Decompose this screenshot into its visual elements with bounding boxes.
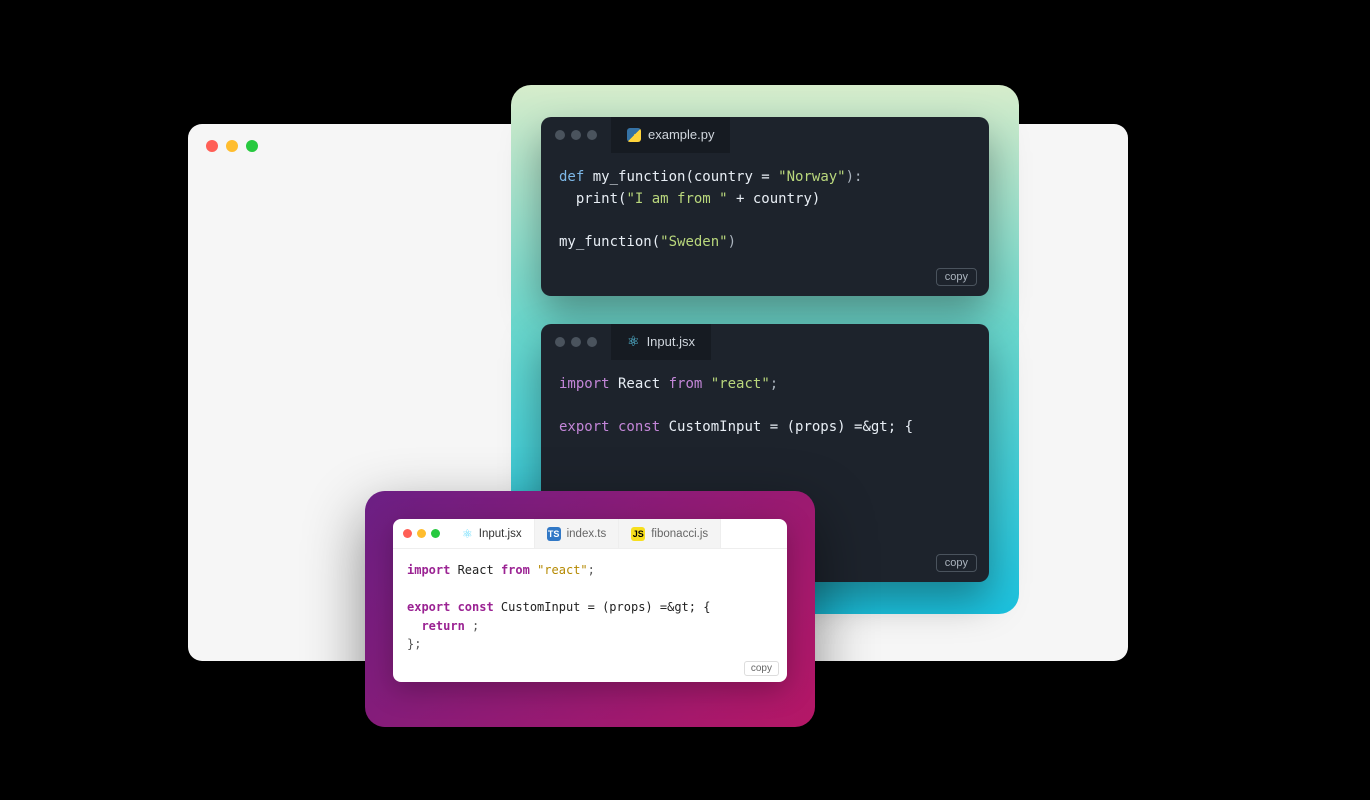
dot-icon (555, 337, 565, 347)
tab-input-jsx[interactable]: ⚛ Input.jsx (450, 519, 535, 548)
code-content: import React from "react"; export const … (393, 549, 787, 682)
tab-example-py[interactable]: example.py (611, 117, 730, 153)
code-block-react-light: ⚛ Input.jsx TS index.ts JS fibonacci.js … (393, 519, 787, 682)
dot-icon (571, 337, 581, 347)
maximize-icon[interactable] (431, 529, 440, 538)
maximize-icon[interactable] (246, 140, 258, 152)
code-header: ⚛ Input.jsx TS index.ts JS fibonacci.js (393, 519, 787, 549)
snippet-card-magenta: ⚛ Input.jsx TS index.ts JS fibonacci.js … (365, 491, 815, 727)
typescript-icon: TS (547, 527, 561, 541)
close-icon[interactable] (403, 529, 412, 538)
copy-button[interactable]: copy (744, 661, 779, 676)
window-dots (541, 324, 611, 360)
close-icon[interactable] (206, 140, 218, 152)
react-icon: ⚛ (627, 331, 640, 353)
dot-icon (587, 130, 597, 140)
code-block-python: example.py def my_function(country = "No… (541, 117, 989, 296)
minimize-icon[interactable] (417, 529, 426, 538)
copy-button[interactable]: copy (936, 268, 977, 286)
react-icon: ⚛ (462, 527, 473, 541)
minimize-icon[interactable] (226, 140, 238, 152)
dot-icon (587, 337, 597, 347)
tab-label: Input.jsx (647, 332, 695, 352)
window-dots (541, 117, 611, 153)
tab-label: example.py (648, 125, 714, 145)
code-content: import React from "react"; export const … (541, 360, 989, 481)
javascript-icon: JS (631, 527, 645, 541)
tab-label: index.ts (567, 528, 607, 540)
tab-label: Input.jsx (479, 528, 522, 540)
dot-icon (571, 130, 581, 140)
copy-button[interactable]: copy (936, 554, 977, 572)
python-icon (627, 128, 641, 142)
dot-icon (555, 130, 565, 140)
code-content: def my_function(country = "Norway"): pri… (541, 153, 989, 296)
tab-fibonacci-js[interactable]: JS fibonacci.js (619, 519, 721, 548)
code-header: ⚛ Input.jsx (541, 324, 989, 360)
window-dots (393, 529, 450, 538)
tab-input-jsx[interactable]: ⚛ Input.jsx (611, 324, 711, 360)
tab-label: fibonacci.js (651, 528, 708, 540)
code-header: example.py (541, 117, 989, 153)
tab-index-ts[interactable]: TS index.ts (535, 519, 620, 548)
